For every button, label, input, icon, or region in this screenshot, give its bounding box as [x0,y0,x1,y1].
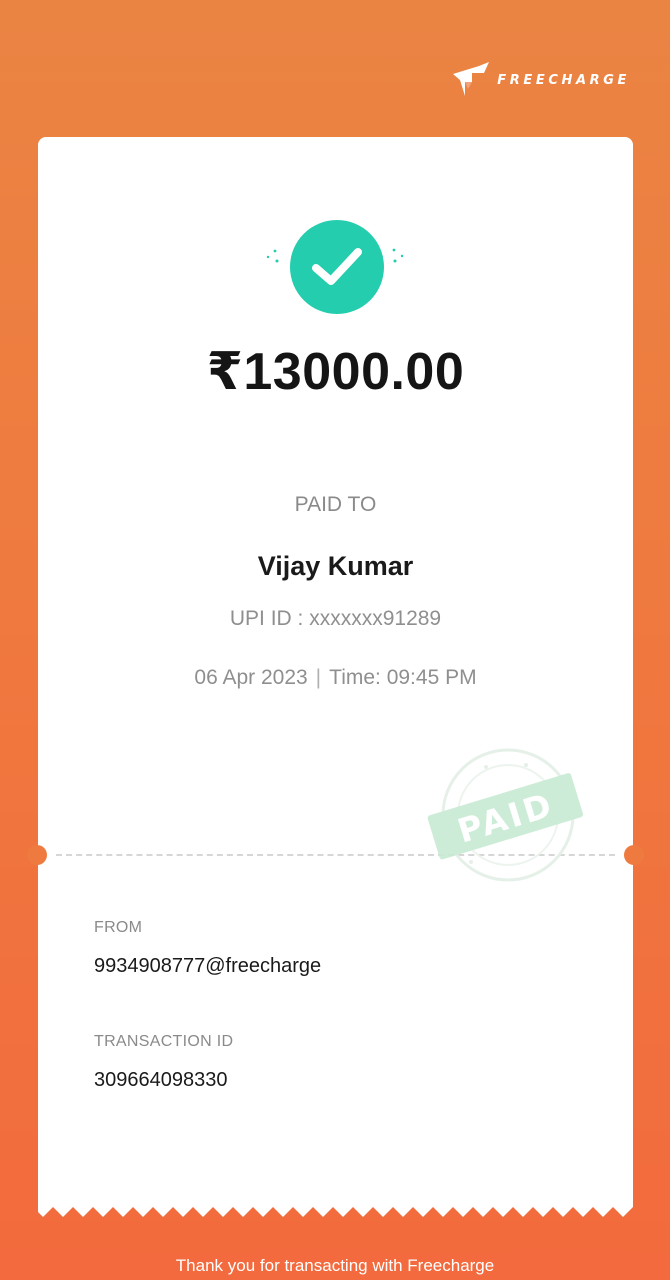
payee-name: Vijay Kumar [257,551,414,581]
datetime-separator: | [315,666,322,689]
transaction-time: Time: 09:45 PM [329,666,477,689]
payment-receipt-card: ₹13000.00 PAID TO Vijay Kumar UPI ID : x… [27,137,644,1217]
footer-thanks-message: Thank you for transacting with Freecharg… [175,1256,495,1275]
check-icon [312,248,362,285]
success-badge [290,220,384,314]
freecharge-logo-icon [453,62,490,96]
payee-upi-id: UPI ID : xxxxxxx91289 [229,607,442,630]
from-section: FROM 9934908777@freecharge [94,919,321,978]
receipt-notch-left [27,845,47,865]
from-value: 9934908777@freecharge [94,955,322,977]
receipt-torn-edge [38,1203,633,1217]
brand-name: FREECHARGE [497,72,630,88]
sparkle-icon [266,249,279,263]
receipt-bottom-section [38,855,633,1205]
brand-header: FREECHARGE [451,60,630,100]
transaction-id-section: TRANSACTION ID 309664098330 [94,1033,233,1092]
sparkle-icon [392,248,404,263]
transaction-datetime: 06 Apr 2023 | Time: 09:45 PM [38,666,633,690]
transaction-id-label: TRANSACTION ID [94,1033,234,1050]
payment-success-indicator [263,217,408,317]
paid-stamp-icon: PAID [427,748,584,882]
from-label: FROM [94,919,143,936]
payment-amount: ₹13000.00 [206,343,465,401]
receipt-notch-right [624,845,644,865]
transaction-date: 06 Apr 2023 [194,666,308,689]
transaction-id-value: 309664098330 [94,1069,228,1091]
paid-to-label: PAID TO [294,493,377,516]
